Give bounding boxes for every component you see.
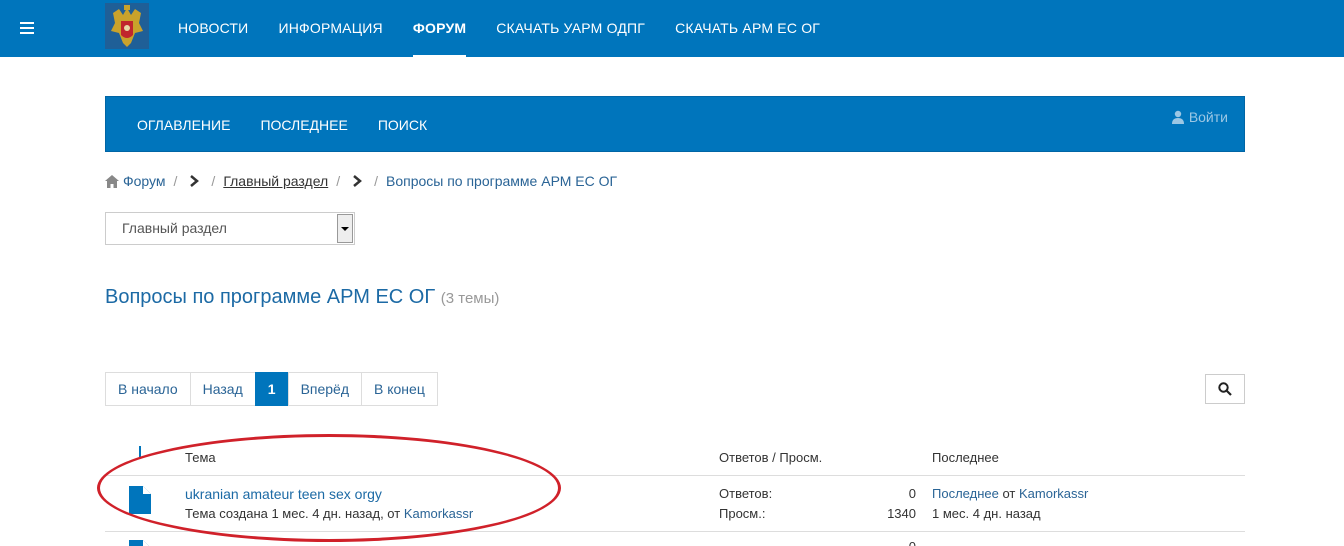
header-topic: Тема bbox=[185, 450, 216, 465]
home-icon bbox=[105, 174, 119, 188]
last-post: Последнее от Kamorkassr bbox=[932, 486, 1088, 501]
pager-prev[interactable]: Назад bbox=[189, 372, 256, 406]
topic-created: Тема создана 1 мес. 4 дн. назад, от bbox=[185, 506, 401, 521]
table-row: 0 bbox=[105, 533, 1245, 546]
topic-meta: Тема создана 1 мес. 4 дн. назад, от Kamo… bbox=[185, 506, 473, 521]
last-post-from: от bbox=[1002, 486, 1016, 501]
search-button[interactable] bbox=[1205, 374, 1245, 404]
replies-count: 0 bbox=[908, 486, 916, 501]
pager-next[interactable]: Вперёд bbox=[287, 372, 363, 406]
top-navbar: НОВОСТИ ИНФОРМАЦИЯ ФОРУМ СКАЧАТЬ УАРМ ОД… bbox=[0, 0, 1344, 57]
views-count: 1340 bbox=[887, 506, 916, 521]
forum-nav-search[interactable]: ПОИСК bbox=[363, 97, 442, 153]
pager-first[interactable]: В начало bbox=[105, 372, 191, 406]
pager-current-page[interactable]: 1 bbox=[254, 372, 289, 406]
category-select-value: Главный раздел bbox=[122, 220, 227, 236]
pager-last[interactable]: В конец bbox=[361, 372, 438, 406]
last-post-link[interactable]: Последнее bbox=[932, 486, 999, 501]
forum-toolbar: ОГЛАВЛЕНИЕ ПОСЛЕДНЕЕ ПОИСК Войти bbox=[105, 96, 1245, 152]
breadcrumb-forum[interactable]: Форум bbox=[123, 173, 166, 189]
topic-title-link[interactable]: ukranian amateur teen sex orgy bbox=[185, 486, 382, 502]
category-title[interactable]: Вопросы по программе АРМ ЕС ОГ bbox=[105, 286, 435, 308]
replies-count: 0 bbox=[865, 539, 916, 546]
pagination: В начало Назад 1 Вперёд В конец bbox=[105, 372, 438, 406]
breadcrumb-separator: / bbox=[336, 173, 341, 189]
login-link[interactable]: Войти bbox=[1171, 109, 1228, 125]
file-icon bbox=[129, 540, 149, 546]
breadcrumb-separator: / bbox=[173, 173, 178, 189]
nav-news[interactable]: НОВОСТИ bbox=[163, 0, 263, 57]
forum-nav-latest[interactable]: ПОСЛЕДНЕЕ bbox=[245, 97, 362, 153]
nav-download-arm[interactable]: СКАЧАТЬ АРМ ЕС ОГ bbox=[660, 0, 835, 57]
page-title: Вопросы по программе АРМ ЕС ОГ (3 темы) bbox=[105, 286, 499, 309]
topics-table-header: Тема Ответов / Просм. Последнее bbox=[105, 440, 1245, 476]
menu-icon[interactable] bbox=[20, 22, 34, 34]
forum-nav-index[interactable]: ОГЛАВЛЕНИЕ bbox=[122, 97, 245, 153]
coat-of-arms-logo[interactable] bbox=[105, 3, 149, 49]
topic-count: (3 темы) bbox=[440, 290, 500, 307]
nav-forum[interactable]: ФОРУМ bbox=[398, 0, 481, 57]
forum-nav: ОГЛАВЛЕНИЕ ПОСЛЕДНЕЕ ПОИСК bbox=[122, 97, 442, 153]
user-icon bbox=[1171, 110, 1184, 124]
chevron-right-icon bbox=[190, 175, 200, 187]
chevron-right-icon bbox=[353, 175, 363, 187]
breadcrumb-main-section[interactable]: Главный раздел bbox=[223, 173, 328, 189]
category-select[interactable]: Главный раздел bbox=[105, 212, 355, 245]
views-label: Просм.: bbox=[719, 506, 766, 521]
chevron-down-icon[interactable] bbox=[337, 214, 353, 243]
top-nav: НОВОСТИ ИНФОРМАЦИЯ ФОРУМ СКАЧАТЬ УАРМ ОД… bbox=[163, 0, 835, 57]
breadcrumb: Форум / / Главный раздел / / Вопросы по … bbox=[105, 173, 617, 189]
search-icon bbox=[1218, 382, 1232, 396]
last-post-author-link[interactable]: Kamorkassr bbox=[1019, 486, 1088, 501]
nav-information[interactable]: ИНФОРМАЦИЯ bbox=[263, 0, 397, 57]
topic-author-link[interactable]: Kamorkassr bbox=[404, 506, 473, 521]
nav-download-uarm[interactable]: СКАЧАТЬ УАРМ ОДПГ bbox=[481, 0, 660, 57]
login-label: Войти bbox=[1188, 109, 1228, 125]
breadcrumb-separator: / bbox=[374, 173, 378, 189]
file-icon bbox=[129, 486, 151, 514]
breadcrumb-separator: / bbox=[211, 173, 216, 189]
header-last: Последнее bbox=[932, 450, 999, 465]
header-replies-views: Ответов / Просм. bbox=[719, 450, 823, 465]
replies-label: Ответов: bbox=[719, 486, 773, 501]
sticky-icon bbox=[139, 446, 141, 458]
last-post-time: 1 мес. 4 дн. назад bbox=[932, 506, 1041, 521]
table-row: ukranian amateur teen sex orgy Тема созд… bbox=[105, 476, 1245, 532]
breadcrumb-current[interactable]: Вопросы по программе АРМ ЕС ОГ bbox=[386, 173, 617, 189]
